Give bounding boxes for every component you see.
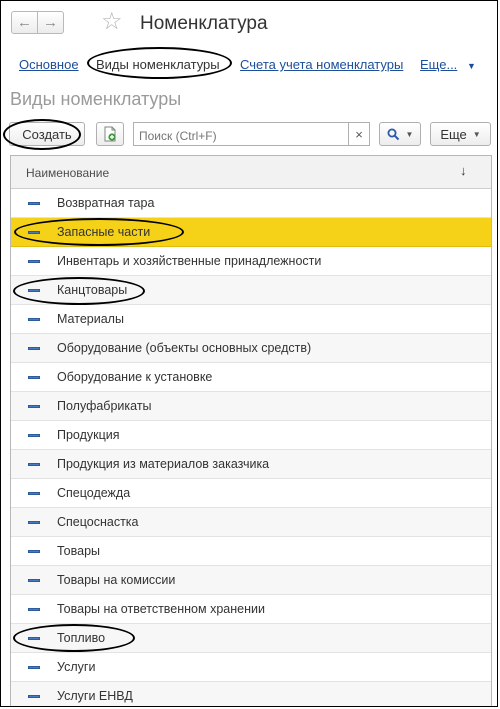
- favorite-star-icon[interactable]: ☆: [101, 10, 123, 34]
- page-title: Номенклатура: [140, 13, 268, 34]
- sort-down-icon[interactable]: ↓: [460, 163, 467, 178]
- row-label: Инвентарь и хозяйственные принадлежности: [57, 254, 322, 268]
- table-row[interactable]: Канцтовары: [11, 276, 491, 305]
- item-element-icon: [28, 202, 40, 205]
- item-element-icon: [28, 405, 40, 408]
- item-element-icon: [28, 579, 40, 582]
- chevron-down-icon: ▼: [405, 129, 414, 139]
- row-label: Полуфабрикаты: [57, 399, 152, 413]
- tab-accounts[interactable]: Счета учета номенклатуры: [240, 57, 403, 72]
- row-label: Спецоснастка: [57, 515, 139, 529]
- close-icon: ×: [355, 126, 363, 142]
- search-icon: [387, 128, 399, 140]
- item-element-icon: [28, 492, 40, 495]
- table-header: Наименование ↓: [11, 156, 491, 189]
- row-label: Запасные части: [57, 225, 151, 239]
- item-element-icon: [28, 521, 40, 524]
- back-button[interactable]: ←: [11, 11, 38, 34]
- table-row[interactable]: Товары на ответственном хранении: [11, 595, 491, 624]
- search-button[interactable]: ▼: [379, 122, 421, 146]
- item-element-icon: [28, 695, 40, 698]
- row-label: Услуги: [57, 660, 96, 674]
- table-row[interactable]: Запасные части: [11, 218, 491, 247]
- row-label: Оборудование к установке: [57, 370, 213, 384]
- item-element-icon: [28, 434, 40, 437]
- item-element-icon: [28, 260, 40, 263]
- column-header-name[interactable]: Наименование: [26, 166, 109, 180]
- item-element-icon: [28, 376, 40, 379]
- item-element-icon: [28, 608, 40, 611]
- table-row[interactable]: Материалы: [11, 305, 491, 334]
- chevron-down-icon: ▼: [472, 129, 481, 139]
- more-button-label: Еще: [440, 126, 467, 142]
- row-label: Возвратная тара: [57, 196, 155, 210]
- create-button-label: Создать: [22, 126, 72, 142]
- section-title: Виды номенклатуры: [10, 89, 182, 109]
- window: ← → ☆ Номенклатура Основное Виды номенкл…: [0, 0, 498, 707]
- table-row[interactable]: Топливо: [11, 624, 491, 653]
- row-label: Оборудование (объекты основных средств): [57, 341, 312, 355]
- table-row[interactable]: Оборудование к установке: [11, 363, 491, 392]
- row-label: Спецодежда: [57, 486, 131, 500]
- table-row[interactable]: Продукция из материалов заказчика: [11, 450, 491, 479]
- table-row[interactable]: Товары: [11, 537, 491, 566]
- item-element-icon: [28, 463, 40, 466]
- item-element-icon: [28, 666, 40, 669]
- tab-main[interactable]: Основное: [19, 57, 79, 72]
- tab-more[interactable]: Еще...: [420, 57, 457, 72]
- table-row[interactable]: Спецодежда: [11, 479, 491, 508]
- row-label: Продукция из материалов заказчика: [57, 457, 270, 471]
- search-input[interactable]: [133, 122, 349, 146]
- row-label: Продукция: [57, 428, 120, 442]
- item-element-icon: [28, 231, 40, 234]
- table-row[interactable]: Возвратная тара: [11, 189, 491, 218]
- nomenclature-kinds-table: Наименование ↓ Возвратная тара Запасные ч…: [10, 155, 492, 706]
- row-label: Канцтовары: [57, 283, 128, 297]
- more-button[interactable]: Еще ▼: [430, 122, 491, 146]
- row-label: Материалы: [57, 312, 124, 326]
- table-row[interactable]: Услуги: [11, 653, 491, 682]
- table-row[interactable]: Оборудование (объекты основных средств): [11, 334, 491, 363]
- tab-nomenclature-kinds[interactable]: Виды номенклатуры: [96, 57, 220, 72]
- add-document-icon: [104, 126, 116, 142]
- item-element-icon: [28, 637, 40, 640]
- item-element-icon: [28, 550, 40, 553]
- add-from-template-button[interactable]: [96, 122, 124, 146]
- row-label: Товары на ответственном хранении: [57, 602, 265, 616]
- row-label: Товары: [57, 544, 100, 558]
- item-element-icon: [28, 289, 40, 292]
- table-row[interactable]: Услуги ЕНВД: [11, 682, 491, 706]
- table-row[interactable]: Спецоснастка: [11, 508, 491, 537]
- arrow-right-icon: →: [43, 14, 58, 31]
- arrow-left-icon: ←: [17, 14, 32, 31]
- forward-button[interactable]: →: [37, 11, 64, 34]
- create-button[interactable]: Создать: [9, 122, 85, 146]
- item-element-icon: [28, 318, 40, 321]
- more-dropdown-icon[interactable]: ▼: [467, 61, 476, 71]
- row-label: Товары на комиссии: [57, 573, 176, 587]
- table-row[interactable]: Инвентарь и хозяйственные принадлежности: [11, 247, 491, 276]
- row-label: Топливо: [57, 631, 106, 645]
- item-element-icon: [28, 347, 40, 350]
- clear-search-button[interactable]: ×: [348, 122, 370, 146]
- table-row[interactable]: Товары на комиссии: [11, 566, 491, 595]
- row-label: Услуги ЕНВД: [57, 689, 133, 703]
- table-row[interactable]: Полуфабрикаты: [11, 392, 491, 421]
- table-row[interactable]: Продукция: [11, 421, 491, 450]
